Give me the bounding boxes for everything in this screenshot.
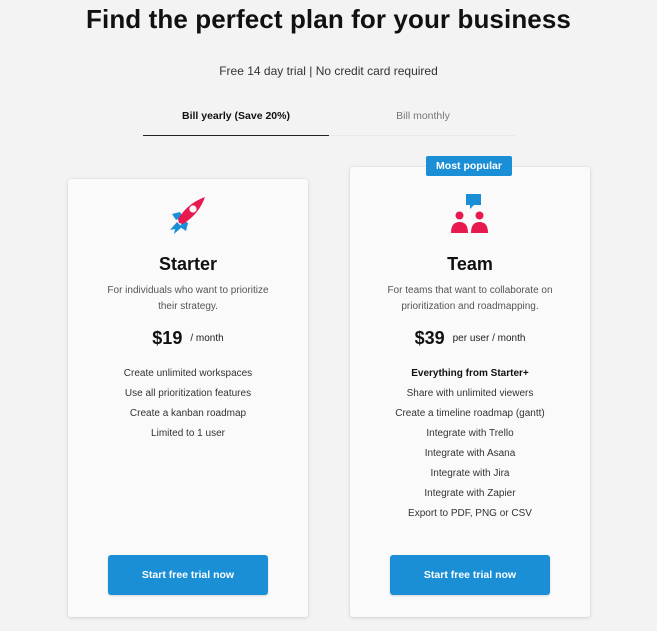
plan-price: $19 xyxy=(152,328,183,348)
list-item: Integrate with Asana xyxy=(424,448,516,459)
list-item: Limited to 1 user xyxy=(151,428,225,439)
tab-bill-monthly[interactable]: Bill monthly xyxy=(330,106,516,136)
feature-list: Everything from Starter+ Share with unli… xyxy=(350,364,590,524)
plan-card-team: Team For teams that want to collaborate … xyxy=(350,167,590,617)
most-popular-badge: Most popular xyxy=(426,156,512,176)
feature-list-heading: Everything from Starter+ xyxy=(411,368,529,379)
tab-bill-yearly[interactable]: Bill yearly (Save 20%) xyxy=(143,106,329,136)
list-item: Share with unlimited viewers xyxy=(406,388,534,399)
list-item: Integrate with Zapier xyxy=(424,488,516,499)
page-subtitle: Free 14 day trial | No credit card requi… xyxy=(219,64,438,78)
price-row: $39 per user / month xyxy=(350,328,590,349)
start-trial-button[interactable]: Start free trial now xyxy=(108,555,268,595)
feature-list: Create unlimited workspaces Use all prio… xyxy=(68,364,308,444)
plan-name: Starter xyxy=(158,254,218,274)
plan-price: $39 xyxy=(414,328,445,348)
list-item: Export to PDF, PNG or CSV xyxy=(408,508,532,519)
plan-period: per user / month xyxy=(452,333,526,344)
plan-description: For teams that want to collaborate on pr… xyxy=(387,285,553,312)
list-item: Create a kanban roadmap xyxy=(129,408,247,419)
list-item: Use all prioritization features xyxy=(124,388,252,399)
list-item: Integrate with Jira xyxy=(430,468,510,479)
list-item: Integrate with Trello xyxy=(426,428,514,439)
team-chat-icon xyxy=(448,194,492,236)
plan-description: For individuals who want to prioritize t… xyxy=(107,285,269,312)
plan-period: / month xyxy=(190,333,224,344)
price-row: $19 / month xyxy=(68,328,308,349)
plan-card-starter: Starter For individuals who want to prio… xyxy=(68,179,308,617)
page-title: Find the perfect plan for your business xyxy=(86,4,571,34)
list-item: Create a timeline roadmap (gantt) xyxy=(395,408,545,419)
list-item: Create unlimited workspaces xyxy=(123,368,253,379)
billing-toggle: Bill yearly (Save 20%) Bill monthly xyxy=(143,106,516,136)
rocket-icon xyxy=(166,194,210,236)
start-trial-button[interactable]: Start free trial now xyxy=(390,555,550,595)
plan-name: Team xyxy=(447,254,493,274)
